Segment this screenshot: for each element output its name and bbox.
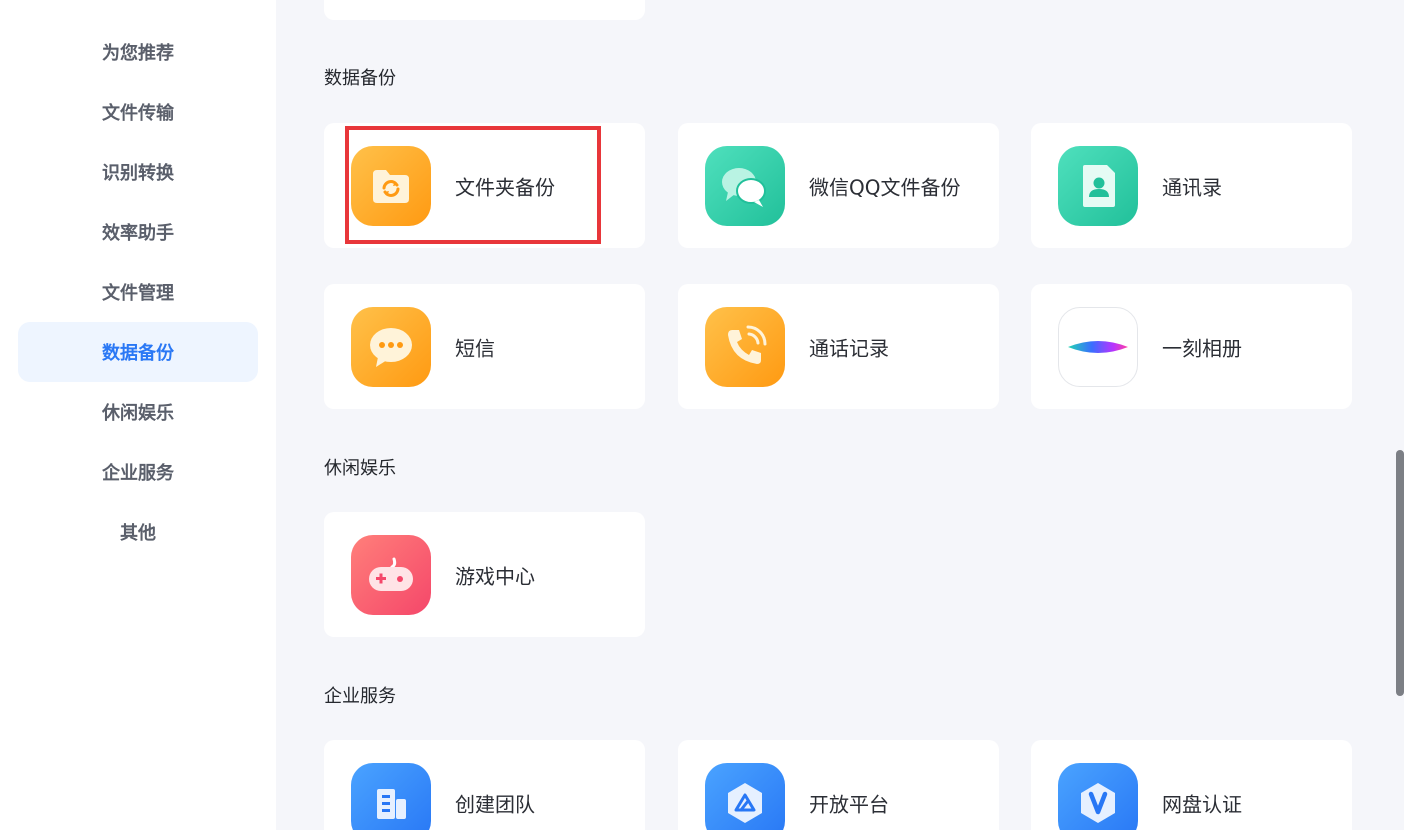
card-label: 短信: [455, 336, 495, 360]
card-label: 游戏中心: [455, 564, 535, 588]
sidebar-item-leisure[interactable]: 休闲娱乐: [18, 382, 258, 442]
message-icon: [351, 307, 431, 387]
card-label: 开放平台: [809, 792, 889, 816]
verify-icon: [1058, 763, 1138, 830]
card-label: 创建团队: [455, 792, 535, 816]
sidebar-item-enterprise[interactable]: 企业服务: [18, 442, 258, 502]
card-pan-verify[interactable]: 网盘认证: [1031, 740, 1352, 830]
section-title-leisure: 休闲娱乐: [324, 458, 396, 479]
sidebar-item-recommend[interactable]: 为您推荐: [18, 22, 258, 82]
card-contacts[interactable]: 通讯录: [1031, 123, 1352, 248]
card-label: 通讯录: [1162, 175, 1222, 199]
card-label: 网盘认证: [1162, 792, 1242, 816]
card-yike-album[interactable]: 一刻相册: [1031, 284, 1352, 409]
team-icon: [351, 763, 431, 830]
card-game-center[interactable]: 游戏中心: [324, 512, 645, 637]
platform-icon: [705, 763, 785, 830]
section-title-backup: 数据备份: [324, 68, 396, 89]
sidebar-item-data-backup[interactable]: 数据备份: [18, 322, 258, 382]
album-icon: [1058, 307, 1138, 387]
sidebar-item-efficiency[interactable]: 效率助手: [18, 202, 258, 262]
chat-bubbles-icon: [705, 146, 785, 226]
card-label: 通话记录: [809, 336, 889, 360]
card-label: 文件夹备份: [455, 175, 555, 199]
sidebar-item-recognition[interactable]: 识别转换: [18, 142, 258, 202]
card-create-team[interactable]: 创建团队: [324, 740, 645, 830]
card-wechat-qq-backup[interactable]: 微信QQ文件备份: [678, 123, 999, 248]
card-label: 一刻相册: [1162, 336, 1242, 360]
scrollbar[interactable]: [1396, 450, 1404, 696]
sidebar: 为您推荐 文件传输 识别转换 效率助手 文件管理 数据备份 休闲娱乐 企业服务 …: [0, 0, 276, 830]
gamepad-icon: [351, 535, 431, 615]
phone-icon: [705, 307, 785, 387]
sidebar-item-file-management[interactable]: 文件管理: [18, 262, 258, 322]
sidebar-item-other[interactable]: 其他: [18, 502, 258, 562]
main-content: 数据备份 文件夹备份 微信QQ文件备份 通讯录 短信 通话记录 一刻相册 休闲娱…: [276, 0, 1404, 830]
card-sms[interactable]: 短信: [324, 284, 645, 409]
card-label: 微信QQ文件备份: [809, 175, 961, 199]
card-call-log[interactable]: 通话记录: [678, 284, 999, 409]
contact-icon: [1058, 146, 1138, 226]
section-title-enterprise: 企业服务: [324, 686, 396, 707]
card-folder-backup[interactable]: 文件夹备份: [324, 123, 645, 248]
partial-card[interactable]: [324, 0, 645, 20]
card-open-platform[interactable]: 开放平台: [678, 740, 999, 830]
sidebar-item-file-transfer[interactable]: 文件传输: [18, 82, 258, 142]
folder-sync-icon: [351, 146, 431, 226]
